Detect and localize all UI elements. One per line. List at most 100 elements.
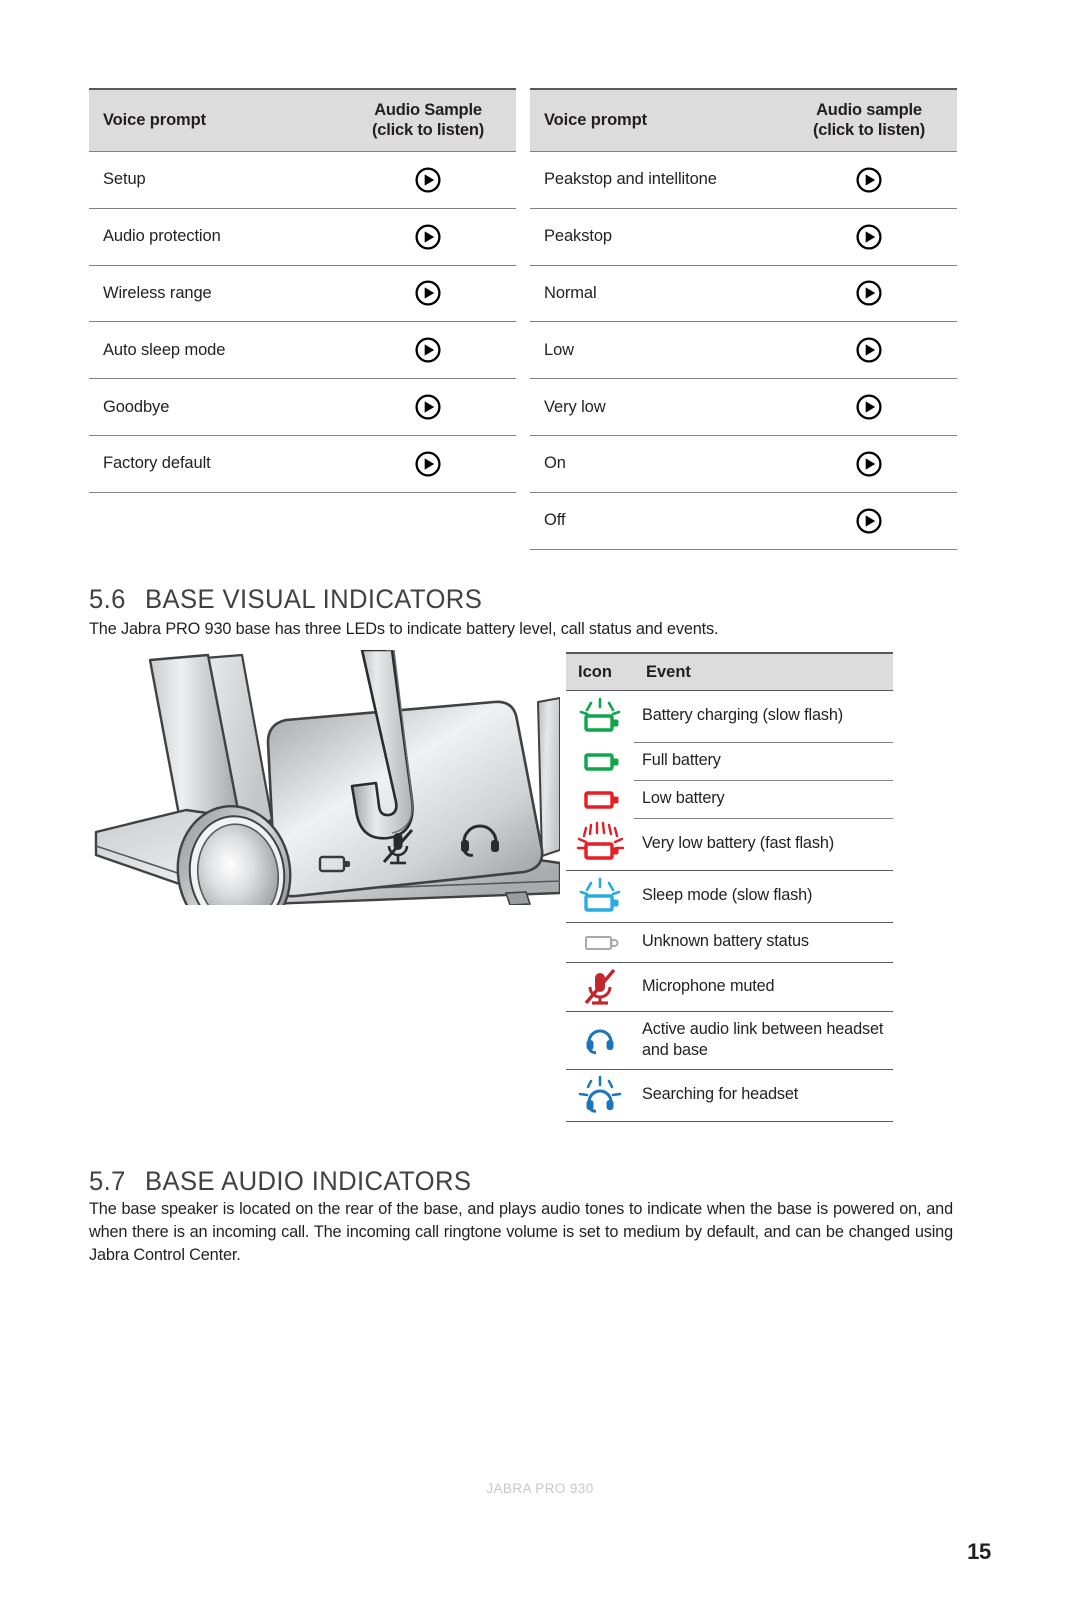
- table-row: Sleep mode (slow flash): [566, 870, 893, 922]
- event-label: Full battery: [642, 751, 721, 770]
- voice-prompt-label: Wireless range: [103, 283, 212, 302]
- column-header-audio-sample-line1: Audio Sample: [374, 101, 482, 120]
- column-header-audio-sample: Audio Sample (click to listen): [344, 101, 516, 140]
- section-number: 5.6: [89, 584, 126, 614]
- voice-prompt-label: Audio protection: [103, 227, 221, 246]
- play-icon[interactable]: [415, 394, 441, 420]
- column-header-voice-prompt: Voice prompt: [544, 111, 648, 129]
- audio-sample-cell[interactable]: [344, 167, 516, 193]
- column-header-audio-sample-line2: (click to listen): [812, 120, 926, 139]
- audio-sample-cell[interactable]: [785, 167, 957, 193]
- section-number: 5.7: [89, 1166, 126, 1196]
- table-row[interactable]: Low: [530, 321, 957, 378]
- section-heading-5-6: 5.6 BASE VISUAL INDICATORS: [89, 584, 482, 615]
- section-5-6-intro: The Jabra PRO 930 base has three LEDs to…: [89, 620, 719, 638]
- audio-sample-cell[interactable]: [344, 224, 516, 250]
- column-header-voice-prompt: Voice prompt: [103, 111, 207, 129]
- play-icon[interactable]: [415, 167, 441, 193]
- event-label: Battery charging (slow flash): [642, 706, 844, 725]
- audio-sample-cell[interactable]: [785, 337, 957, 363]
- voice-prompt-label: On: [544, 454, 566, 473]
- headset-searching-icon: [578, 1075, 622, 1113]
- table-row[interactable]: Factory default: [89, 434, 516, 493]
- table-row[interactable]: Wireless range: [89, 264, 516, 322]
- voice-prompt-label: Auto sleep mode: [103, 340, 226, 359]
- voice-prompt-label: Peakstop and intellitone: [544, 170, 717, 189]
- battery-sleep-flashing-icon: [579, 877, 621, 912]
- audio-sample-cell[interactable]: [785, 280, 957, 307]
- table-row[interactable]: Off: [530, 491, 957, 550]
- table-row[interactable]: Goodbye: [89, 378, 516, 435]
- play-icon[interactable]: [415, 337, 441, 363]
- table-row: Full battery: [566, 742, 893, 780]
- icon-cell: [566, 818, 634, 870]
- table-row[interactable]: On: [530, 434, 957, 492]
- event-label: Searching for headset: [642, 1085, 799, 1104]
- voice-prompt-tables: Voice prompt Audio Sample (click to list…: [89, 88, 957, 550]
- icon-cell: [566, 922, 634, 962]
- table-row: Active audio link between headset and ba…: [566, 1011, 893, 1069]
- voice-prompt-label: Normal: [544, 283, 597, 302]
- table-row: Very low battery (fast flash): [566, 818, 893, 870]
- audio-sample-cell[interactable]: [344, 280, 516, 307]
- icon-cell: [566, 742, 634, 780]
- event-label: Unknown battery status: [642, 932, 809, 951]
- table-header-row: Voice prompt Audio sample (click to list…: [530, 88, 957, 151]
- voice-prompt-label: Factory default: [103, 454, 211, 473]
- audio-sample-cell[interactable]: [785, 224, 957, 250]
- icon-cell: [566, 870, 634, 922]
- play-icon[interactable]: [415, 280, 441, 307]
- table-row: Searching for headset: [566, 1069, 893, 1121]
- table-row[interactable]: Auto sleep mode: [89, 321, 516, 378]
- icon-cell: [566, 962, 634, 1011]
- voice-prompt-label: Goodbye: [103, 397, 170, 416]
- footer-brand: JABRA PRO 930: [486, 1481, 594, 1496]
- play-icon[interactable]: [856, 280, 882, 307]
- play-icon[interactable]: [856, 451, 882, 477]
- event-label: Low battery: [642, 789, 725, 808]
- play-icon[interactable]: [856, 167, 882, 193]
- table-row: Unknown battery status: [566, 922, 893, 962]
- audio-sample-cell[interactable]: [344, 337, 516, 363]
- table-row[interactable]: Setup: [89, 151, 516, 208]
- section-title: BASE VISUAL INDICATORS: [145, 584, 483, 614]
- table-row[interactable]: Very low: [530, 378, 957, 435]
- audio-sample-cell[interactable]: [785, 451, 957, 477]
- battery-charging-icon: [579, 697, 621, 732]
- column-header-audio-sample-line1: Audio sample: [816, 101, 922, 120]
- table-row[interactable]: Audio protection: [89, 207, 516, 265]
- table-bottom-rule: [566, 1121, 893, 1122]
- table-header-row: Voice prompt Audio Sample (click to list…: [89, 88, 516, 151]
- play-icon[interactable]: [856, 508, 882, 534]
- battery-full-icon: [584, 753, 619, 771]
- play-icon[interactable]: [856, 337, 882, 363]
- voice-prompt-label: Low: [544, 340, 574, 359]
- play-icon[interactable]: [415, 451, 441, 477]
- audio-sample-cell[interactable]: [344, 451, 516, 477]
- microphone-muted-icon: [584, 968, 616, 1005]
- column-header-event: Event: [646, 662, 691, 681]
- play-icon[interactable]: [856, 224, 882, 250]
- table-row[interactable]: Peakstop: [530, 207, 957, 265]
- play-icon[interactable]: [856, 394, 882, 420]
- table-row[interactable]: Normal: [530, 264, 957, 322]
- battery-unknown-icon: [585, 936, 619, 950]
- audio-sample-cell[interactable]: [344, 394, 516, 420]
- audio-sample-cell[interactable]: [785, 394, 957, 420]
- page-number: 15: [967, 1539, 991, 1564]
- icon-cell: [566, 1011, 634, 1069]
- battery-very-low-flashing-icon: [576, 821, 625, 860]
- audio-sample-cell[interactable]: [785, 508, 957, 534]
- voice-prompt-table-left: Voice prompt Audio Sample (click to list…: [89, 88, 516, 550]
- voice-prompt-label: Off: [544, 511, 566, 530]
- section-title: BASE AUDIO INDICATORS: [145, 1166, 472, 1196]
- icon-cell: [566, 780, 634, 818]
- table-row[interactable]: Peakstop and intellitone: [530, 151, 957, 208]
- battery-low-icon: [584, 791, 619, 809]
- icon-cell: [566, 690, 634, 742]
- table-row: Low battery: [566, 780, 893, 818]
- document-page: Voice prompt Audio Sample (click to list…: [0, 0, 1080, 1619]
- voice-prompt-table-right: Voice prompt Audio sample (click to list…: [530, 88, 957, 550]
- play-icon[interactable]: [415, 224, 441, 250]
- column-header-audio-sample: Audio sample (click to listen): [785, 101, 957, 140]
